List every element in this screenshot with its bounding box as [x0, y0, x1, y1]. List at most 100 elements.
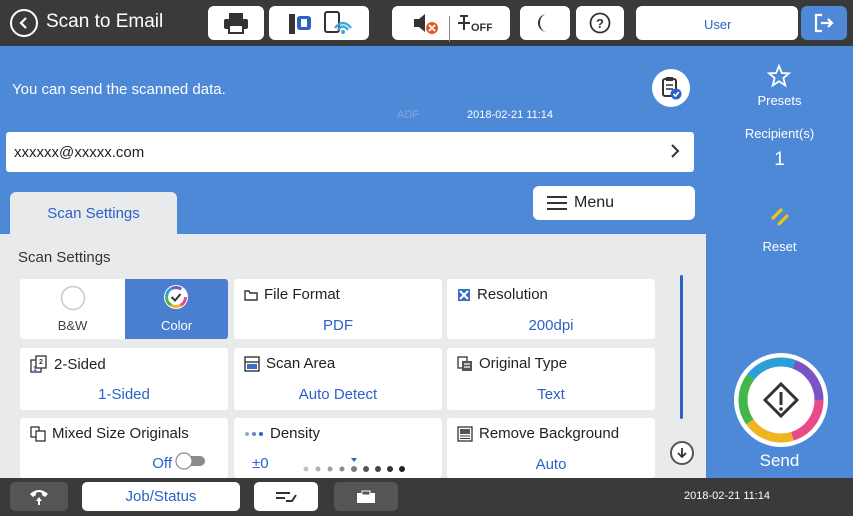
- mixed-size-name: Mixed Size Originals: [30, 425, 189, 442]
- recipients-count: 1: [774, 149, 785, 170]
- remove-background-setting[interactable]: Remove Background Auto: [447, 418, 655, 478]
- menu-lines-icon: [547, 196, 567, 210]
- menu-button[interactable]: Menu: [533, 186, 695, 220]
- screen-title: Scan to Email: [46, 11, 164, 32]
- help-button[interactable]: ?: [576, 6, 624, 40]
- density-value: ±0: [252, 455, 269, 472]
- recipient-field[interactable]: xxxxxx@xxxxx.com: [6, 132, 694, 172]
- resolution-setting[interactable]: Resolution 200dpi: [447, 279, 655, 339]
- source-label: ADF: [397, 109, 419, 121]
- scroll-down-icon: [677, 448, 687, 459]
- remove-background-value: Auto: [535, 456, 567, 473]
- scroll-down-button[interactable]: [670, 441, 694, 465]
- density-level-indicator: [303, 458, 405, 472]
- scan-area-icon: [244, 355, 260, 372]
- mixed-size-setting[interactable]: Mixed Size Originals Off: [20, 418, 228, 478]
- fax-call-icon: [30, 489, 48, 505]
- right-panel: Presets Recipient(s) 1 Reset Send: [706, 46, 853, 478]
- queue-icon: [276, 491, 297, 502]
- remove-background-label: Remove Background: [479, 425, 620, 442]
- resolution-label: Resolution: [477, 286, 548, 303]
- mixed-size-label: Mixed Size Originals: [52, 425, 189, 442]
- menu-label: Menu: [574, 194, 615, 211]
- color-label: Color: [160, 318, 193, 333]
- remove-background-icon: [457, 425, 473, 442]
- back-icon: [19, 17, 27, 29]
- resolution-value: 200dpi: [528, 317, 574, 334]
- mixed-size-value: Off: [152, 455, 172, 472]
- svg-text:1: 1: [33, 366, 37, 373]
- sound-off-icon: [414, 14, 438, 34]
- density-name: Density: [244, 425, 320, 442]
- file-format-setting[interactable]: File Format PDF: [234, 279, 442, 339]
- original-type-label: Original Type: [479, 355, 568, 372]
- network-status-button[interactable]: [269, 6, 369, 40]
- top-bar: Scan to Email OFF ? User: [0, 0, 853, 46]
- send-button[interactable]: [734, 353, 828, 447]
- folder-icon: [244, 289, 258, 301]
- sleep-button[interactable]: [520, 6, 570, 40]
- two-sided-setting[interactable]: 12 2-Sided 1-Sided: [20, 348, 228, 410]
- original-type-value: Text: [537, 386, 565, 403]
- settings-panel: Scan Settings B&W Color File Format PDF: [0, 234, 706, 478]
- star-icon: [767, 64, 791, 88]
- scan-area-label: Scan Area: [266, 355, 336, 372]
- bw-radio-icon: [60, 285, 86, 311]
- tab-scan-settings[interactable]: Scan Settings: [10, 192, 177, 234]
- job-status-button[interactable]: Job/Status: [82, 482, 240, 511]
- toolbar-separator: [449, 16, 450, 42]
- two-sided-value: 1-Sided: [98, 386, 150, 403]
- wifi-icon: [324, 11, 352, 34]
- original-type-icon: [457, 355, 472, 371]
- logout-icon: [814, 13, 834, 33]
- bottom-datetime: 2018-02-21 11:14: [684, 490, 771, 502]
- scrollbar[interactable]: [680, 275, 683, 419]
- header-datetime: 2018-02-21 11:14: [467, 109, 554, 121]
- mixed-size-toggle[interactable]: [175, 452, 207, 470]
- bw-label: B&W: [57, 318, 88, 333]
- svg-text:OFF: OFF: [471, 22, 492, 34]
- logout-button[interactable]: [801, 6, 847, 40]
- remove-background-name: Remove Background: [457, 425, 619, 442]
- presets-label: Presets: [757, 93, 802, 108]
- header-area: You can send the scanned data. ADF 2018-…: [0, 46, 706, 234]
- two-sided-name: 12 2-Sided: [30, 355, 106, 373]
- status-message: You can send the scanned data.: [12, 81, 226, 98]
- color-mode-setting: B&W Color: [20, 279, 228, 339]
- reset-slash-icon: [771, 208, 789, 226]
- color-option[interactable]: Color: [125, 279, 228, 339]
- file-format-name: File Format: [244, 286, 340, 303]
- tray-icon: [357, 490, 375, 503]
- mixed-size-icon: [30, 425, 46, 442]
- send-label: Send: [759, 451, 800, 470]
- color-selected-icon: [164, 285, 188, 309]
- density-label: Density: [270, 425, 321, 442]
- scan-area-setting[interactable]: Scan Area Auto Detect: [234, 348, 442, 410]
- user-button[interactable]: User: [636, 6, 798, 40]
- two-sided-label: 2-Sided: [54, 355, 106, 373]
- job-queue-button[interactable]: [254, 482, 318, 511]
- fax-call-button[interactable]: [10, 482, 68, 511]
- clipboard-check-icon: [662, 77, 682, 100]
- paper-tray-button[interactable]: [334, 482, 398, 511]
- printer-status-button[interactable]: [208, 6, 264, 40]
- original-type-setting[interactable]: Original Type Text: [447, 348, 655, 410]
- send-diamond-icon: [738, 357, 824, 443]
- bottom-bar: Job/Status 2018-02-21 11:14: [0, 478, 853, 516]
- printer-icon: [224, 13, 248, 34]
- chevron-right-icon: [671, 144, 680, 158]
- bw-option[interactable]: B&W: [20, 279, 125, 339]
- resolution-name: Resolution: [457, 286, 548, 303]
- svg-text:?: ?: [596, 16, 604, 31]
- resolution-icon: [458, 288, 470, 301]
- sleep-moon-icon: [538, 14, 547, 32]
- energy-off-icon: OFF: [458, 15, 492, 34]
- fax-status-icon: [289, 14, 311, 34]
- sound-energy-button[interactable]: OFF: [392, 6, 510, 42]
- file-format-label: File Format: [264, 286, 340, 303]
- back-button[interactable]: [10, 9, 38, 37]
- density-setting[interactable]: Density ±0: [234, 418, 442, 478]
- two-sided-icon: 12: [30, 355, 47, 373]
- scan-info-button[interactable]: [652, 69, 690, 107]
- section-title: Scan Settings: [18, 249, 111, 266]
